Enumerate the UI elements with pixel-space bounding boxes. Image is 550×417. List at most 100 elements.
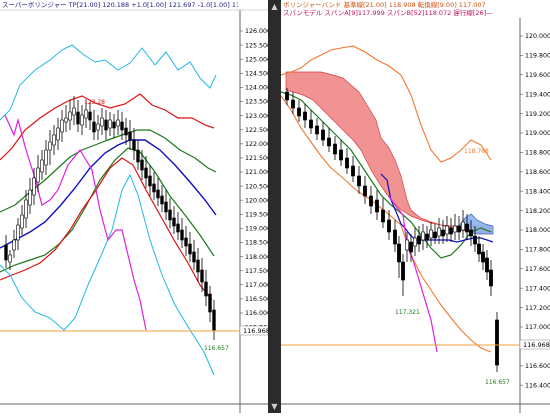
left-y-tick-label: 120.500 (245, 183, 268, 190)
left-y-tick-label: 121.500 (245, 155, 268, 162)
right-candle-body (357, 175, 361, 187)
right-chart-svg[interactable]: 120.000 119.800 119.600 119.400 119.200 119.0… (280, 0, 550, 413)
right-candle-body (303, 111, 307, 121)
left-candle-body (208, 293, 212, 313)
left-candle-body (64, 117, 68, 123)
right-current-price-label: 116.968 (523, 341, 550, 349)
left-candle-body (76, 111, 80, 125)
left-y-tick-label: 124.000 (245, 85, 268, 92)
left-candle-body (192, 251, 196, 263)
left-y-tick-label: 118.000 (245, 254, 268, 261)
left-chart-svg[interactable]: 126.000 125.500 125.000 124.500 124.000 123.5… (0, 0, 271, 413)
left-candle-body (196, 259, 200, 273)
right-candle-body (327, 137, 331, 147)
left-candle-body (96, 123, 100, 131)
left-candle-body (176, 223, 180, 233)
left-current-price-label: 116.968 (243, 327, 268, 335)
right-candle-body (457, 225, 461, 233)
left-candle-body (164, 201, 168, 213)
chart-window: 126.000 125.500 125.000 124.500 124.000 123.5… (0, 0, 550, 413)
left-y-tick-label: 123.000 (245, 113, 268, 120)
right-indicator-header-2: スパンモデル スパンA[9]117.999 スパンB[52]118.072 遅行… (283, 9, 493, 17)
right-candle-body (369, 195, 373, 207)
pane-splitter[interactable]: ▲ ▼ (268, 0, 281, 413)
right-chart-pane[interactable]: 120.000 119.800 119.600 119.400 119.200 119.0… (280, 0, 550, 413)
right-candle-body (477, 243, 481, 255)
right-y-tick-label: 116.400 (525, 382, 550, 389)
left-candle-body (160, 195, 164, 205)
left-candle-body (4, 244, 8, 261)
right-candle-body (469, 229, 473, 237)
right-candle-body (405, 239, 409, 251)
right-y-tick-label: 119.400 (525, 91, 550, 98)
left-candle-body (188, 243, 192, 255)
right-y-tick-label: 117.000 (525, 324, 550, 331)
left-candle-body (28, 189, 32, 206)
right-low-annotation: 116.657 (485, 379, 510, 386)
right-candle-body (437, 227, 441, 237)
right-candle-body (321, 129, 325, 141)
right-candle-body (425, 233, 429, 241)
right-candle-body (375, 199, 379, 213)
left-candle-body (108, 119, 112, 129)
right-candle-body (429, 229, 433, 239)
right-candle-body (401, 261, 405, 281)
left-y-tick-label: 116.500 (245, 296, 268, 303)
right-candle-body (297, 107, 301, 117)
left-y-tick-label: 119.000 (245, 226, 268, 233)
left-candle-body (144, 167, 148, 179)
left-y-tick-label: 123.500 (245, 99, 268, 106)
left-candle-body (8, 254, 12, 263)
left-candle-body (136, 149, 140, 163)
scroll-down-icon[interactable]: ▼ (270, 402, 279, 411)
left-candle-body (68, 111, 72, 121)
left-candle-body (52, 134, 56, 146)
right-candle-body (485, 257, 489, 273)
right-candle-body (333, 143, 337, 155)
left-high-annotation: 123.28 (84, 99, 105, 106)
left-candle-body (128, 131, 132, 141)
right-candle-body (387, 219, 391, 233)
left-candle-body (16, 224, 20, 241)
left-candle-body (156, 189, 160, 199)
left-candle-body (100, 117, 104, 127)
left-candle-body (212, 309, 216, 331)
left-y-tick-label: 121.000 (245, 169, 268, 176)
right-y-tick-label: 117.800 (525, 247, 550, 254)
left-y-tick-label: 116.000 (245, 310, 268, 317)
scroll-up-icon[interactable]: ▲ (270, 2, 279, 11)
left-y-tick-label: 125.000 (245, 56, 268, 63)
right-candle-body (465, 223, 469, 233)
left-candle-body (148, 175, 152, 187)
right-y-tick-label: 116.600 (525, 363, 550, 370)
right-candle-body (417, 235, 421, 245)
right-candle-body (481, 251, 485, 263)
right-candle-body (339, 149, 343, 161)
left-candle-body (204, 281, 208, 297)
left-candle-body (40, 159, 44, 173)
left-candle-body (60, 119, 64, 133)
left-candle-body (184, 237, 188, 247)
right-y-tick-label: 119.200 (525, 111, 550, 118)
right-candle-body (473, 235, 477, 245)
left-chart-pane[interactable]: 126.000 125.500 125.000 124.500 124.000 123.5… (0, 0, 271, 413)
left-candle-body (80, 114, 84, 126)
left-candle-body (200, 269, 204, 283)
right-y-tick-label: 119.000 (525, 130, 550, 137)
left-y-tick-label: 122.500 (245, 127, 268, 134)
right-candle-body (495, 319, 499, 366)
left-candle-body (92, 121, 96, 133)
right-candle-body (363, 185, 367, 197)
left-y-tick-label: 118.500 (245, 240, 268, 247)
left-candle-body (152, 183, 156, 193)
right-y-tick-label: 118.200 (525, 208, 550, 215)
left-low-annotation: 116.657 (204, 345, 229, 352)
right-candle-body (291, 99, 295, 109)
left-indicator-header: スーパーボリンジャー TP[21.00] 120.188 +1.0[1.00] … (2, 1, 238, 9)
left-y-tick-label: 122.000 (245, 141, 268, 148)
right-candle-body (409, 241, 413, 253)
right-y-tick-label: 118.400 (525, 188, 550, 195)
left-candle-body (132, 139, 136, 151)
right-y-tick-label: 118.800 (525, 150, 550, 157)
left-candle-body (48, 141, 52, 151)
